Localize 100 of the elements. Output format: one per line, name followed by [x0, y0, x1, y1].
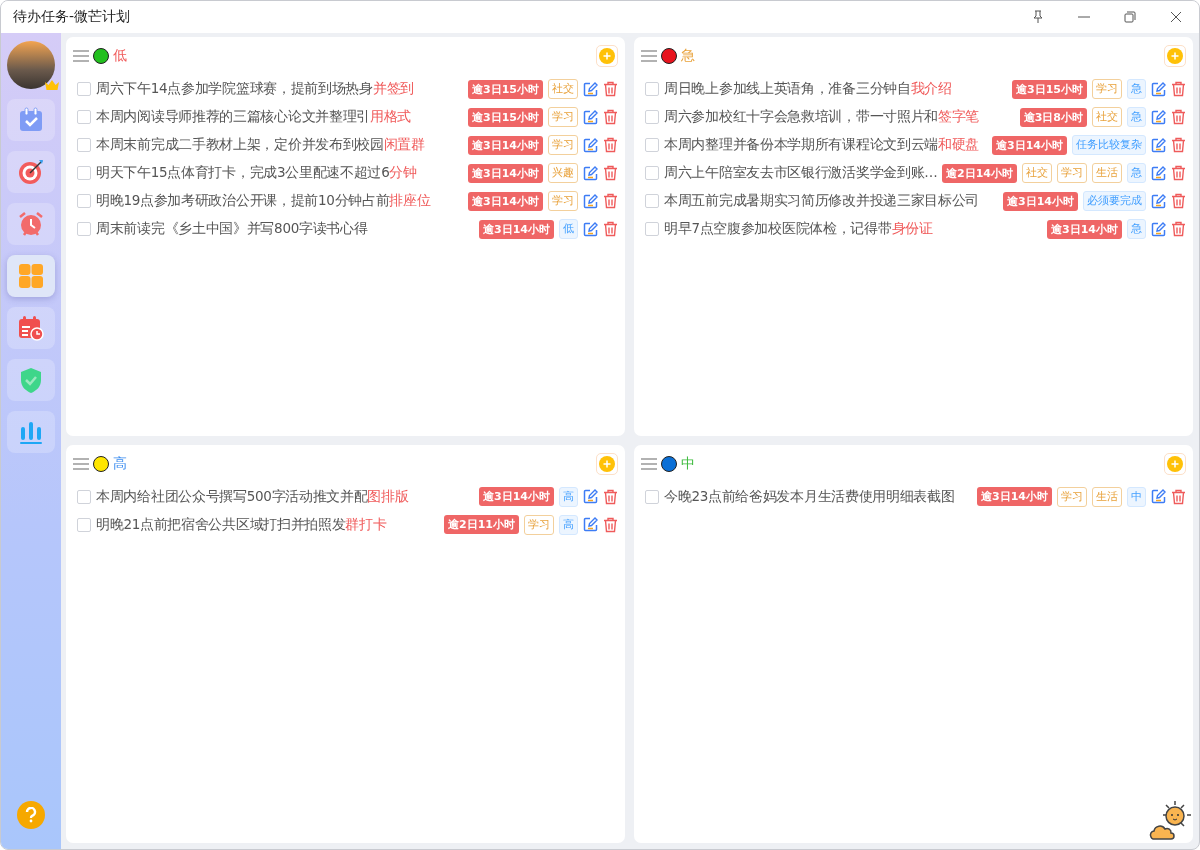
- task-checkbox[interactable]: [645, 138, 659, 152]
- edit-button[interactable]: [583, 165, 598, 181]
- edit-button[interactable]: [1151, 193, 1166, 209]
- quadrant-title: 急: [681, 47, 696, 65]
- edit-button[interactable]: [583, 489, 598, 504]
- category-tag: 兴趣: [548, 163, 578, 183]
- menu-icon[interactable]: [73, 50, 89, 62]
- task-text: 周六上午陪室友去市区银行激活奖学金到账…: [664, 164, 938, 182]
- task-checkbox[interactable]: [77, 489, 91, 504]
- task-checkbox[interactable]: [77, 138, 91, 152]
- task-text: 明晚19点参加考研政治公开课，提前10分钟占前排座位: [96, 192, 432, 210]
- task-checkbox[interactable]: [77, 110, 91, 124]
- close-icon: [1170, 11, 1182, 23]
- delete-button[interactable]: [1171, 221, 1186, 237]
- task-text: 明晚21点前把宿舍公共区域打扫并拍照发群打卡: [96, 515, 388, 534]
- calendar-clock-icon: [17, 314, 45, 342]
- overdue-badge: 逾3日14小时: [977, 487, 1052, 506]
- edit-button[interactable]: [1151, 221, 1166, 237]
- delete-button[interactable]: [603, 137, 618, 153]
- edit-button[interactable]: [583, 517, 598, 532]
- task-text: 今晚23点前给爸妈发本月生活费使用明细表截图: [664, 487, 956, 506]
- edit-button[interactable]: [1151, 489, 1166, 504]
- delete-button[interactable]: [603, 81, 618, 97]
- delete-button[interactable]: [1171, 165, 1186, 181]
- trash-icon: [1171, 165, 1186, 181]
- task-checkbox[interactable]: [645, 222, 659, 236]
- priority-tag: 急: [1127, 79, 1146, 99]
- delete-button[interactable]: [603, 221, 618, 237]
- priority-tag: 急: [1127, 107, 1146, 127]
- sidebar-item[interactable]: [7, 307, 55, 349]
- task-checkbox[interactable]: [645, 110, 659, 124]
- task-checkbox[interactable]: [645, 166, 659, 180]
- overdue-badge: 逾2日14小时: [942, 163, 1017, 183]
- delete-button[interactable]: [603, 516, 618, 533]
- delete-button[interactable]: [603, 165, 618, 181]
- delete-button[interactable]: [1171, 488, 1186, 505]
- trash-icon: [603, 137, 618, 153]
- overdue-badge: 逾2日11小时: [444, 515, 519, 534]
- minimize-icon: [1078, 16, 1090, 18]
- overdue-badge: 逾3日15小时: [1012, 79, 1087, 99]
- trash-icon: [603, 488, 618, 505]
- delete-button[interactable]: [1171, 137, 1186, 153]
- edit-button[interactable]: [1151, 137, 1166, 153]
- overdue-badge: 逾3日14小时: [992, 135, 1067, 155]
- overdue-badge: 逾3日8小时: [1019, 107, 1087, 127]
- priority-tag: 急: [1127, 219, 1146, 239]
- category-tag: 学习: [1057, 163, 1087, 183]
- edit-button[interactable]: [583, 81, 598, 97]
- delete-button[interactable]: [1171, 193, 1186, 209]
- task-checkbox[interactable]: [645, 82, 659, 96]
- category-tag: 学习: [1092, 79, 1122, 99]
- delete-button[interactable]: [1171, 109, 1186, 125]
- edit-button[interactable]: [583, 193, 598, 209]
- edit-button[interactable]: [1151, 109, 1166, 125]
- menu-icon[interactable]: [641, 50, 657, 62]
- task-checkbox[interactable]: [77, 166, 91, 180]
- task-text: 周六参加校红十字会急救培训，带一寸照片和签字笔: [664, 108, 981, 126]
- task-checkbox[interactable]: [645, 194, 659, 208]
- category-tag: 学习: [548, 107, 578, 127]
- priority-tag: 中: [1127, 486, 1146, 507]
- crown-icon: [45, 80, 59, 90]
- menu-icon[interactable]: [641, 457, 657, 470]
- edit-button[interactable]: [583, 221, 598, 237]
- overdue-badge: 逾3日14小时: [1003, 191, 1078, 211]
- overdue-badge: 逾3日15小时: [468, 107, 543, 127]
- help-button[interactable]: [17, 801, 45, 829]
- delete-button[interactable]: [603, 109, 618, 125]
- trash-icon: [603, 81, 618, 97]
- menu-icon[interactable]: [73, 457, 89, 470]
- edit-button[interactable]: [1151, 165, 1166, 181]
- category-tag: 生活: [1092, 163, 1122, 183]
- delete-button[interactable]: [1171, 81, 1186, 97]
- edit-icon: [583, 109, 598, 125]
- sidebar-item[interactable]: [7, 203, 55, 245]
- delete-button[interactable]: [603, 488, 618, 505]
- delete-button[interactable]: [603, 193, 618, 209]
- sidebar-item[interactable]: [7, 411, 55, 453]
- trash-icon: [1171, 488, 1186, 505]
- task-text: 本周末前完成二手教材上架，定价并发布到校园闲置群: [96, 136, 426, 154]
- category-tag: 学习: [548, 191, 578, 211]
- category-tag: 学习: [548, 135, 578, 155]
- edit-button[interactable]: [1151, 81, 1166, 97]
- edit-button[interactable]: [583, 137, 598, 153]
- category-tag: 学习: [524, 514, 554, 535]
- restore-icon: [1124, 11, 1136, 23]
- sidebar-item[interactable]: [7, 151, 55, 193]
- sidebar-item[interactable]: [7, 99, 55, 141]
- task-checkbox[interactable]: [77, 82, 91, 96]
- edit-button[interactable]: [583, 109, 598, 125]
- plus-icon: [599, 455, 615, 472]
- task-checkbox[interactable]: [77, 194, 91, 208]
- task-checkbox[interactable]: [645, 489, 659, 504]
- alarm-clock-icon: [17, 210, 45, 238]
- task-text: 本周内整理并备份本学期所有课程论文到云端和硬盘: [664, 136, 981, 154]
- trash-icon: [1171, 137, 1186, 153]
- task-checkbox[interactable]: [77, 222, 91, 236]
- target-icon: [17, 158, 45, 186]
- edit-icon: [583, 81, 598, 97]
- task-checkbox[interactable]: [77, 517, 91, 532]
- overdue-badge: 逾3日14小时: [479, 219, 554, 239]
